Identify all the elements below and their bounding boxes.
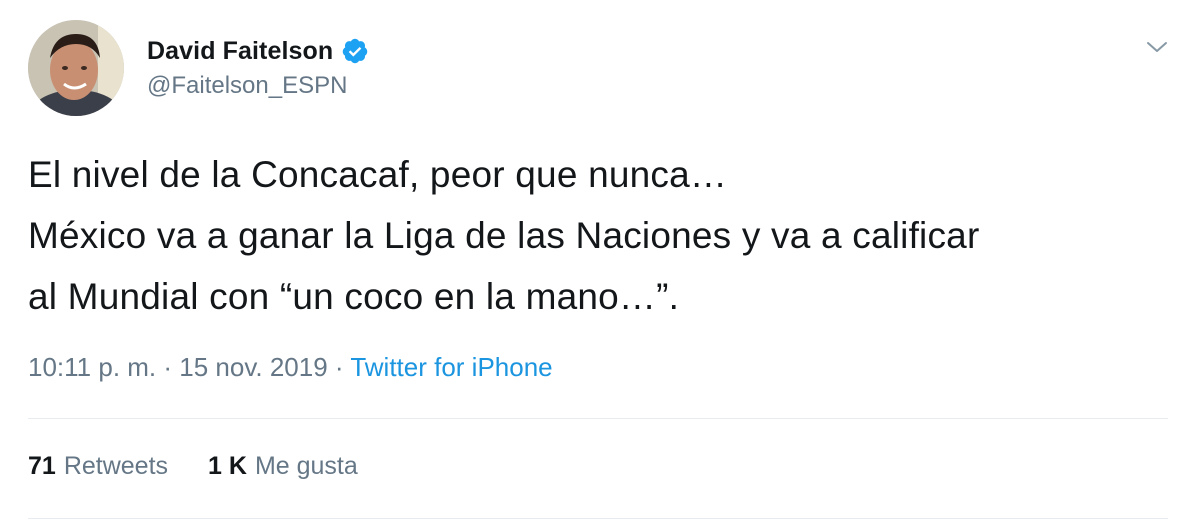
meta-separator: · <box>327 352 351 382</box>
tweet-text: El nivel de la Concacaf, peor que nunca…… <box>28 144 1178 327</box>
tweet-date[interactable]: 15 nov. 2019 <box>179 352 327 382</box>
verified-badge-icon <box>341 37 369 65</box>
avatar[interactable] <box>28 20 124 116</box>
tweet-text-line: México va a ganar la Liga de las Nacione… <box>28 215 980 256</box>
tweet-card: David Faitelson @Faitelson_ESPN El nivel… <box>0 0 1200 524</box>
author-name-row[interactable]: David Faitelson <box>147 34 369 68</box>
tweet-time[interactable]: 10:11 p. m. <box>28 352 156 382</box>
retweets-label: Retweets <box>63 452 169 480</box>
tweet-source-link[interactable]: Twitter for iPhone <box>350 352 552 382</box>
likes-label: Me gusta <box>254 452 358 480</box>
likes-count: 1 K <box>208 452 247 480</box>
tweet-text-line: al Mundial con “un coco en la mano…”. <box>28 276 680 317</box>
tweet-text-line: El nivel de la Concacaf, peor que nunca… <box>28 154 728 195</box>
retweets-stat[interactable]: 71 Retweets <box>28 452 168 481</box>
meta-separator: · <box>156 352 180 382</box>
user-handle[interactable]: @Faitelson_ESPN <box>147 72 347 100</box>
divider <box>28 418 1168 419</box>
divider <box>28 518 1168 519</box>
likes-stat[interactable]: 1 K Me gusta <box>208 452 358 481</box>
chevron-down-icon[interactable] <box>1144 34 1170 60</box>
display-name[interactable]: David Faitelson <box>147 37 333 66</box>
avatar-image <box>28 20 124 116</box>
tweet-meta: 10:11 p. m. · 15 nov. 2019 · Twitter for… <box>28 352 553 383</box>
tweet-stats: 71 Retweets 1 K Me gusta <box>28 452 398 481</box>
retweets-count: 71 <box>28 452 56 480</box>
